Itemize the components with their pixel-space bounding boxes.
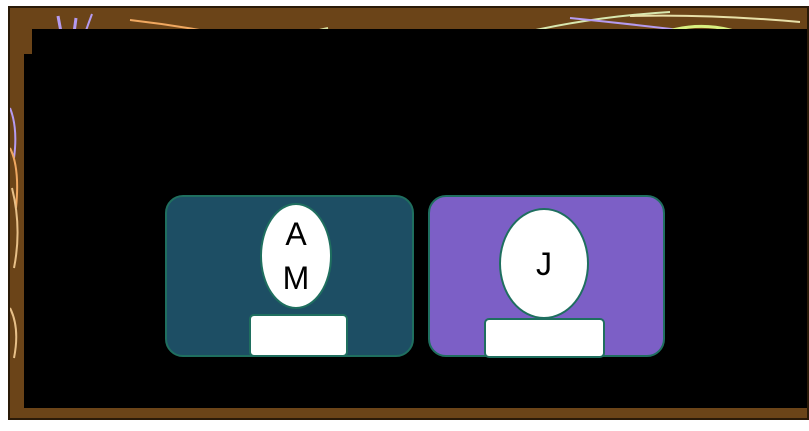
participant-tile-j[interactable]: J xyxy=(428,195,665,358)
avatar: J xyxy=(499,208,589,319)
participant-name-label xyxy=(249,314,348,357)
avatar-initials: AM xyxy=(282,216,310,296)
avatar-initials: J xyxy=(536,245,552,282)
chalkboard-frame: AM J xyxy=(8,6,809,420)
participant-tile-am[interactable]: AM xyxy=(165,195,414,357)
avatar: AM xyxy=(260,203,332,309)
chalkboard-top xyxy=(32,29,807,57)
participant-name-label xyxy=(484,318,605,358)
chalkboard: AM J xyxy=(24,54,807,408)
